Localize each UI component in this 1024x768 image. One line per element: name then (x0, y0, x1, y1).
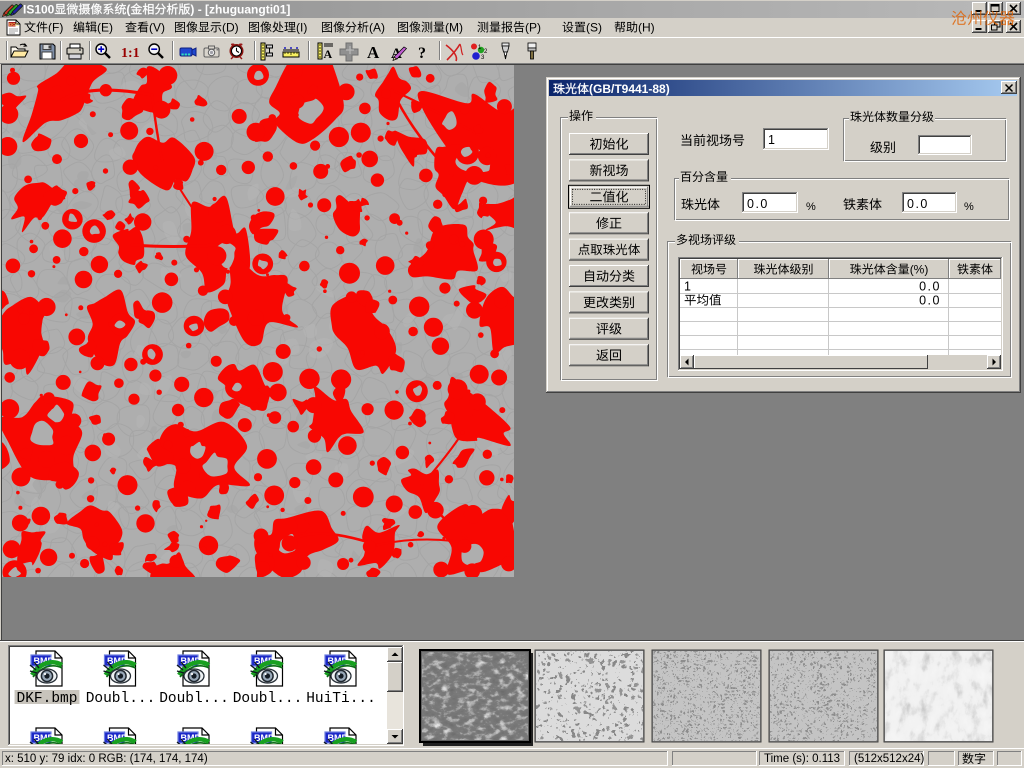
svg-text:%: % (964, 201, 974, 213)
svg-text:(V): (V) (149, 21, 165, 35)
svg-text:(GB/T9441-88): (GB/T9441-88) (589, 82, 670, 96)
svg-text:(D): (D) (222, 21, 239, 35)
svg-text:(A): (A) (369, 21, 385, 35)
svg-text:(512x512x24): (512x512x24) (854, 753, 924, 765)
svg-text:A: A (324, 47, 333, 61)
svg-text:0.0: 0.0 (747, 197, 769, 211)
svg-text:1: 1 (684, 280, 691, 294)
svg-text:Time (s): 0.113: Time (s): 0.113 (764, 753, 840, 765)
svg-text:(I): (I) (296, 21, 307, 35)
svg-text:(: ( (126, 3, 130, 17)
svg-text:) - [zhuguangti01]: ) - [zhuguangti01] (190, 3, 290, 17)
svg-text:(%): (%) (910, 263, 929, 277)
svg-text:(M): (M) (445, 21, 463, 35)
svg-text:0.0: 0.0 (907, 197, 929, 211)
svg-text:(E): (E) (97, 21, 113, 35)
svg-text:1:1: 1:1 (121, 46, 140, 61)
svg-text:%: % (806, 201, 816, 213)
svg-text:(F): (F) (48, 21, 63, 35)
svg-text:IS100: IS100 (23, 3, 55, 17)
svg-text:A: A (367, 43, 380, 62)
svg-text:0.0: 0.0 (919, 294, 941, 308)
svg-text:x: 510 y: 79 idx: 0 RGB: (17: x: 510 y: 79 idx: 0 RGB: (174, 174, 174) (5, 753, 208, 765)
svg-text:0.0: 0.0 (919, 280, 941, 294)
svg-text:DKF.bmp: DKF.bmp (17, 691, 78, 707)
svg-text:Doubl...: Doubl... (233, 691, 303, 707)
svg-text:HuiTi...: HuiTi... (306, 691, 376, 707)
svg-text:(S): (S) (586, 21, 602, 35)
svg-text:Doubl...: Doubl... (86, 691, 156, 707)
svg-text:Doubl...: Doubl... (159, 691, 229, 707)
svg-text:(H): (H) (638, 21, 655, 35)
svg-text:?: ? (418, 45, 426, 62)
svg-text:1: 1 (768, 133, 775, 147)
svg-text:(P): (P) (525, 21, 541, 35)
svg-text:DOC: DOC (9, 22, 20, 27)
